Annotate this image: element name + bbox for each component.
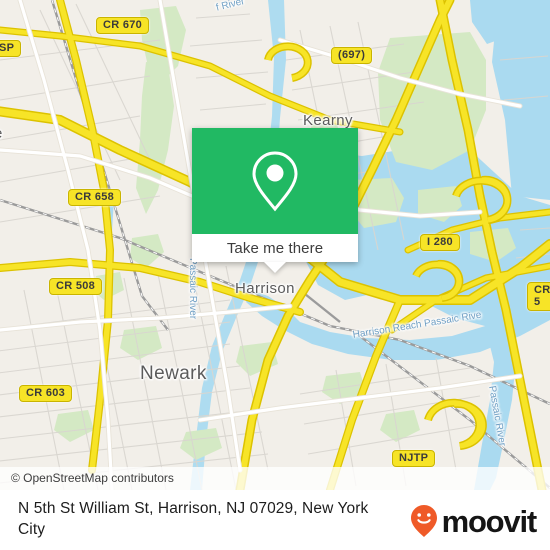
shield-cr-603[interactable]: CR 603 bbox=[19, 385, 73, 402]
map-attribution-bar: © OpenStreetMap contributors bbox=[0, 467, 550, 490]
map-pin-icon bbox=[252, 151, 298, 212]
shield-cr-5[interactable]: CR 5 bbox=[527, 282, 550, 311]
map-screenshot: Kearny Harrison Newark e f River Passaic… bbox=[0, 0, 550, 550]
shield-gsp[interactable]: SP bbox=[0, 40, 22, 57]
address-text: N 5th St William St, Harrison, NJ 07029,… bbox=[18, 500, 369, 538]
take-me-there-callout[interactable]: Take me there bbox=[192, 128, 358, 273]
osm-attribution-text[interactable]: © OpenStreetMap contributors bbox=[11, 471, 174, 485]
map-viewport[interactable]: Kearny Harrison Newark e f River Passaic… bbox=[0, 0, 550, 490]
shield-cr-658[interactable]: CR 658 bbox=[68, 189, 122, 206]
callout-action-panel[interactable]: Take me there bbox=[192, 234, 358, 262]
footer-bar: N 5th St William St, Harrison, NJ 07029,… bbox=[0, 490, 550, 550]
moovit-pin-smiley-icon bbox=[410, 505, 437, 537]
shield-cr-508[interactable]: CR 508 bbox=[49, 278, 103, 295]
callout-pointer-icon bbox=[264, 262, 286, 273]
shield-cr-670[interactable]: CR 670 bbox=[96, 17, 150, 34]
take-me-there-label: Take me there bbox=[226, 239, 324, 257]
moovit-branding[interactable]: moovit bbox=[409, 503, 538, 539]
shield-697[interactable]: (697) bbox=[331, 47, 373, 64]
moovit-wordmark: moovit bbox=[441, 503, 538, 539]
shield-i-280[interactable]: I 280 bbox=[420, 234, 460, 251]
callout-icon-panel bbox=[192, 128, 358, 234]
shield-njtp[interactable]: NJTP bbox=[392, 450, 436, 467]
